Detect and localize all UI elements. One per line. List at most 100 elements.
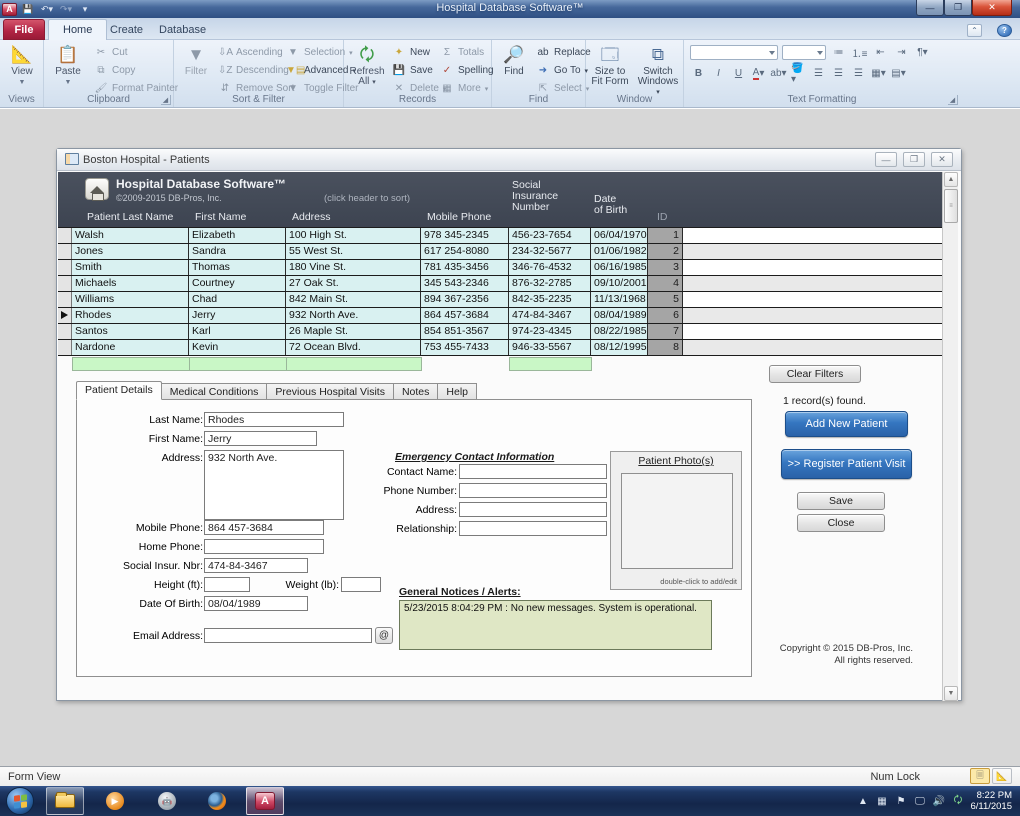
filter-input-ssn[interactable] <box>509 357 592 371</box>
email-at-button[interactable]: @ <box>375 627 393 644</box>
scroll-up-icon[interactable]: ▲ <box>944 172 958 187</box>
child-minimize-button[interactable]: — <box>875 152 897 167</box>
table-row[interactable]: Williams Chad 842 Main St. 894 367-2356 … <box>58 292 942 308</box>
alternate-row-color-icon[interactable]: ▤▾ <box>890 66 907 81</box>
address-field[interactable]: 932 North Ave. <box>204 450 344 520</box>
tab-database[interactable]: Database <box>145 19 220 40</box>
table-row[interactable]: Santos Karl 26 Maple St. 854 851-3567 97… <box>58 324 942 340</box>
tray-volume-icon[interactable]: 🔊 <box>932 796 945 807</box>
goto-button[interactable]: ➜Go To ▾ <box>536 62 591 79</box>
taskbar-clock[interactable]: 8:22 PM6/11/2015 <box>970 790 1016 812</box>
patient-photo-box[interactable] <box>621 473 733 569</box>
filter-input-address[interactable] <box>286 357 422 371</box>
record-selector[interactable] <box>58 260 72 275</box>
fill-color-icon[interactable]: 🪣▾ <box>790 66 807 81</box>
underline-button[interactable]: U <box>730 66 747 81</box>
bullets-icon[interactable]: ≔ <box>830 45 847 60</box>
taskbar-messenger-icon[interactable]: 🤖 <box>148 787 186 815</box>
scroll-down-icon[interactable]: ▼ <box>944 686 958 701</box>
new-record-button[interactable]: ✦New <box>392 44 446 61</box>
font-color-icon[interactable]: A▾ <box>750 66 767 81</box>
record-selector[interactable] <box>58 244 72 259</box>
filter-input-last-name[interactable] <box>72 357 190 371</box>
totals-button[interactable]: ΣTotals <box>440 44 494 61</box>
refresh-all-button[interactable]: 🗘 RefreshAll ▾ <box>345 43 389 93</box>
column-header-ssn[interactable]: SocialInsuranceNumber <box>512 180 558 213</box>
align-right-icon[interactable]: ☰ <box>850 66 867 81</box>
tray-network-icon[interactable]: 🖵 <box>913 796 926 807</box>
tab-notes[interactable]: Notes <box>394 383 438 400</box>
clear-filters-button[interactable]: Clear Filters <box>769 365 861 383</box>
minimize-button[interactable]: — <box>916 0 944 16</box>
cut-button[interactable]: ✂Cut <box>94 44 178 61</box>
tray-show-hidden-icon[interactable]: ▲ <box>856 796 869 807</box>
table-row[interactable]: Michaels Courtney 27 Oak St. 345 543-234… <box>58 276 942 292</box>
table-row-current[interactable]: Rhodes Jerry 932 North Ave. 864 457-3684… <box>58 308 942 324</box>
start-button[interactable] <box>6 787 34 815</box>
switch-windows-button[interactable]: ⧉ SwitchWindows ▾ <box>635 43 681 93</box>
paste-button[interactable]: 📋 Paste ▼ <box>47 43 89 93</box>
column-header-dob[interactable]: Dateof Birth <box>594 194 627 216</box>
first-name-field[interactable]: Jerry <box>204 431 317 446</box>
ssn-field[interactable]: 474-84-3467 <box>204 558 308 573</box>
decrease-indent-icon[interactable]: ⇤ <box>872 45 889 60</box>
tab-patient-details[interactable]: Patient Details <box>76 381 162 400</box>
column-header-last-name[interactable]: Patient Last Name <box>87 211 173 223</box>
contact-name-field[interactable] <box>459 464 607 479</box>
find-button[interactable]: 🔎 Find <box>493 43 535 93</box>
scroll-thumb[interactable]: ≡ <box>944 189 958 223</box>
taskbar-firefox-icon[interactable] <box>198 787 236 815</box>
child-restore-button[interactable]: ❐ <box>903 152 925 167</box>
taskbar-access-icon[interactable]: A <box>246 787 284 815</box>
column-header-id[interactable]: ID <box>657 211 668 223</box>
add-new-patient-button[interactable]: Add New Patient <box>785 411 908 437</box>
mobile-phone-field[interactable]: 864 457-3684 <box>204 520 324 535</box>
tray-action-center-icon[interactable]: ⚑ <box>894 796 907 807</box>
record-selector[interactable] <box>58 340 72 355</box>
table-row[interactable]: Nardone Kevin 72 Ocean Blvd. 753 455-743… <box>58 340 942 356</box>
collapse-ribbon-icon[interactable]: ⌃ <box>967 24 982 37</box>
align-center-icon[interactable]: ☰ <box>830 66 847 81</box>
save-button[interactable]: Save <box>797 492 885 510</box>
home-phone-field[interactable] <box>204 539 324 554</box>
patient-photo-panel[interactable]: Patient Photo(s) double-click to add/edi… <box>610 451 742 590</box>
gridlines-icon[interactable]: ▦▾ <box>870 66 887 81</box>
highlight-color-icon[interactable]: ab▾ <box>770 66 787 81</box>
close-button[interactable]: ✕ <box>972 0 1012 16</box>
design-view-icon[interactable]: 📐 <box>992 768 1012 784</box>
copy-button[interactable]: ⧉Copy <box>94 62 178 79</box>
align-left-icon[interactable]: ☰ <box>810 66 827 81</box>
form-view-icon[interactable]: 🗏 <box>970 768 990 784</box>
font-family-select[interactable] <box>690 45 778 60</box>
maximize-button[interactable]: ❐ <box>944 0 972 16</box>
bold-button[interactable]: B <box>690 66 707 81</box>
record-selector[interactable] <box>58 276 72 291</box>
save-record-button[interactable]: 💾Save <box>392 62 446 79</box>
column-header-mobile[interactable]: Mobile Phone <box>427 211 491 223</box>
record-selector[interactable] <box>58 292 72 307</box>
filter-button[interactable]: ▼ Filter <box>175 43 217 93</box>
spelling-button[interactable]: ✓Spelling <box>440 62 494 79</box>
clipboard-dialog-launcher-icon[interactable]: ◢ <box>161 95 171 105</box>
taskbar-media-player-icon[interactable]: ▶ <box>96 787 134 815</box>
tab-previous-visits[interactable]: Previous Hospital Visits <box>267 383 394 400</box>
form-vertical-scrollbar[interactable]: ▲ ≡ ▼ <box>942 172 958 701</box>
taskbar-explorer-icon[interactable] <box>46 787 84 815</box>
last-name-field[interactable]: Rhodes <box>204 412 344 427</box>
dob-field[interactable]: 08/04/1989 <box>204 596 308 611</box>
email-field[interactable] <box>204 628 372 643</box>
column-header-first-name[interactable]: First Name <box>195 211 246 223</box>
view-button[interactable]: 📐 View ▼ <box>1 43 43 93</box>
contact-address-field[interactable] <box>459 502 607 517</box>
contact-phone-field[interactable] <box>459 483 607 498</box>
register-patient-visit-button[interactable]: >> Register Patient Visit <box>781 449 912 479</box>
tab-file[interactable]: File <box>3 19 45 40</box>
height-field[interactable] <box>204 577 250 592</box>
text-formatting-dialog-launcher-icon[interactable]: ◢ <box>948 95 958 105</box>
increase-indent-icon[interactable]: ⇥ <box>893 45 910 60</box>
record-selector[interactable] <box>58 324 72 339</box>
weight-field[interactable] <box>341 577 381 592</box>
patients-window-titlebar[interactable]: Boston Hospital - Patients <box>57 149 961 171</box>
italic-button[interactable]: I <box>710 66 727 81</box>
size-to-fit-button[interactable]: 🗔 Size toFit Form <box>587 43 633 93</box>
